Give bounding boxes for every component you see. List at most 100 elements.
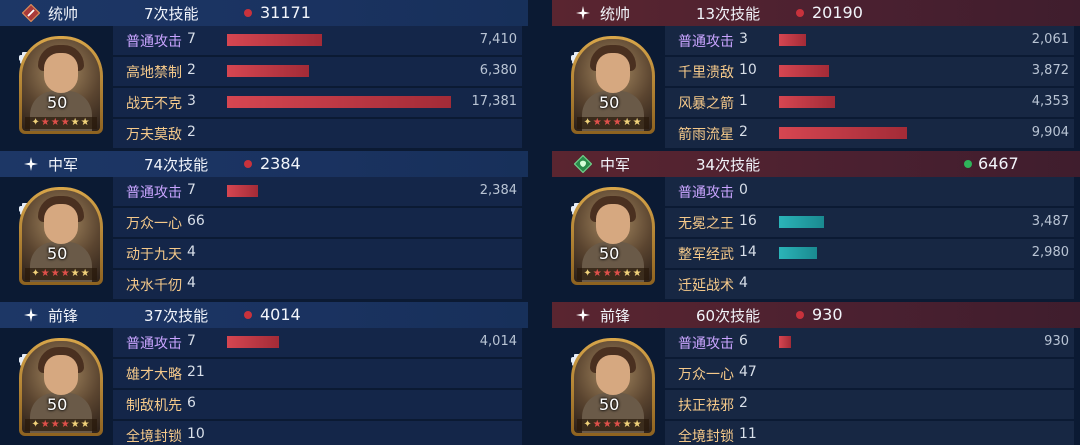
- star-rating: ✦★★★★★: [25, 117, 97, 129]
- skill-name: 动于九天: [126, 247, 182, 263]
- skill-row[interactable]: 风暴之箭 1 4,353: [665, 88, 1074, 117]
- skill-damage: 2,980: [1031, 245, 1069, 260]
- damage-bar: [779, 247, 817, 259]
- damage-bar: [227, 96, 451, 108]
- role-name: 统帅: [600, 5, 631, 23]
- portrait-frame: 50 ✦★★★★★: [19, 187, 103, 285]
- general-portrait[interactable]: 50 ✦★★★★★: [552, 328, 657, 445]
- cast-count: 4: [739, 275, 748, 291]
- skill-row[interactable]: 普通攻击 3 2,061: [665, 26, 1074, 55]
- cast-count: 6: [187, 395, 196, 411]
- damage-dot-icon: [244, 311, 252, 319]
- skill-row[interactable]: 决水千仞 4: [113, 270, 522, 299]
- hero-level: 50: [599, 395, 620, 414]
- cast-count: 2: [187, 62, 196, 78]
- skill-list: 普通攻击 3 2,061 千里溃敌 10 3,872 风暴之箭 1 4,353 箭雨流星 2 9,90…: [665, 26, 1074, 151]
- skill-row[interactable]: 普通攻击 7 7,410: [113, 26, 522, 55]
- sparkle-icon: [22, 155, 40, 173]
- portrait-frame: 50 ✦★★★★★: [571, 36, 655, 134]
- skill-damage: 930: [1044, 334, 1069, 349]
- skill-name: 普通攻击: [678, 34, 734, 50]
- hero-level: 50: [599, 93, 620, 112]
- skill-count: 74次技能: [144, 156, 209, 174]
- skill-row[interactable]: 普通攻击 7 4,014: [113, 328, 522, 357]
- skill-name: 普通攻击: [126, 34, 182, 50]
- hero-face: [596, 355, 630, 395]
- portrait-frame: 50 ✦★★★★★: [571, 187, 655, 285]
- cast-count: 7: [187, 333, 196, 349]
- enemy-stats-panel: 统帅 13次技能 20190 50 ✦★★★★★ 普通攻击 3 2,061 千里溃敌 10 3,87…: [552, 0, 1080, 445]
- skill-name: 全境封锁: [126, 429, 182, 445]
- skill-name: 整军经武: [678, 247, 734, 263]
- cast-count: 66: [187, 213, 205, 229]
- role-name: 统帅: [48, 5, 79, 23]
- skill-name: 万夫莫敌: [126, 127, 182, 143]
- damage-dot-icon: [244, 160, 252, 168]
- skill-damage: 4,353: [1031, 94, 1069, 109]
- general-section: 中军 34次技能 6467 50 ✦★★★★★ 普通攻击 0 无冕之王 16 3,487 整军经武 1…: [552, 151, 1080, 302]
- general-portrait[interactable]: 50 ✦★★★★★: [0, 177, 105, 302]
- damage-dot-icon: [796, 311, 804, 319]
- skill-row[interactable]: 普通攻击 7 2,384: [113, 177, 522, 206]
- skill-row[interactable]: 雄才大略 21: [113, 359, 522, 388]
- total-damage: 6467: [978, 154, 1019, 173]
- cast-count: 0: [739, 182, 748, 198]
- skill-row[interactable]: 制敌机先 6: [113, 390, 522, 419]
- green-diamond-badge-icon: [574, 155, 592, 173]
- skill-row[interactable]: 动于九天 4: [113, 239, 522, 268]
- general-portrait[interactable]: 50 ✦★★★★★: [552, 177, 657, 302]
- skill-row[interactable]: 全境封锁 10: [113, 421, 522, 445]
- general-portrait[interactable]: 50 ✦★★★★★: [552, 26, 657, 151]
- skill-name: 箭雨流星: [678, 127, 734, 143]
- cast-count: 16: [739, 213, 757, 229]
- skill-name: 千里溃敌: [678, 65, 734, 81]
- skill-row[interactable]: 普通攻击 0: [665, 177, 1074, 206]
- general-section: 统帅 7次技能 31171 50 ✦★★★★★ 普通攻击 7 7,410 高地禁制 2 6,380 战…: [0, 0, 528, 151]
- skill-row[interactable]: 迁延战术 4: [665, 270, 1074, 299]
- section-header: 中军 74次技能 2384: [0, 151, 528, 177]
- skill-name: 普通攻击: [678, 185, 734, 201]
- general-section: 中军 74次技能 2384 50 ✦★★★★★ 普通攻击 7 2,384 万众一心 66 动于九天 4…: [0, 151, 528, 302]
- skill-damage: 7,410: [479, 32, 517, 47]
- skill-name: 万众一心: [126, 216, 182, 232]
- skill-row[interactable]: 整军经武 14 2,980: [665, 239, 1074, 268]
- cast-count: 21: [187, 364, 205, 380]
- red-diamond-badge-icon: [22, 4, 40, 22]
- skill-name: 普通攻击: [678, 336, 734, 352]
- portrait-frame: 50 ✦★★★★★: [19, 36, 103, 134]
- skill-row[interactable]: 无冕之王 16 3,487: [665, 208, 1074, 237]
- damage-bar: [779, 65, 829, 77]
- section-header: 前锋 60次技能 930: [552, 302, 1080, 328]
- hero-level: 50: [599, 244, 620, 263]
- skill-row[interactable]: 扶正祛邪 2: [665, 390, 1074, 419]
- skill-row[interactable]: 万夫莫敌 2: [113, 119, 522, 148]
- skill-row[interactable]: 箭雨流星 2 9,904: [665, 119, 1074, 148]
- skill-row[interactable]: 万众一心 47: [665, 359, 1074, 388]
- skill-row[interactable]: 万众一心 66: [113, 208, 522, 237]
- damage-bar: [227, 65, 309, 77]
- general-portrait[interactable]: 50 ✦★★★★★: [0, 328, 105, 445]
- hero-face: [44, 204, 78, 244]
- skill-row[interactable]: 高地禁制 2 6,380: [113, 57, 522, 86]
- skill-name: 无冕之王: [678, 216, 734, 232]
- skill-count: 60次技能: [696, 307, 761, 325]
- general-portrait[interactable]: 50 ✦★★★★★: [0, 26, 105, 151]
- skill-row[interactable]: 千里溃敌 10 3,872: [665, 57, 1074, 86]
- role-name: 前锋: [600, 307, 631, 325]
- skill-name: 普通攻击: [126, 185, 182, 201]
- portrait-frame: 50 ✦★★★★★: [571, 338, 655, 436]
- total-damage: 20190: [812, 3, 863, 22]
- skill-count: 7次技能: [144, 5, 199, 23]
- section-header: 统帅 7次技能 31171: [0, 0, 528, 26]
- general-section: 前锋 60次技能 930 50 ✦★★★★★ 普通攻击 6 930 万众一心 47 扶正祛邪 2 全境封…: [552, 302, 1080, 445]
- skill-row[interactable]: 普通攻击 6 930: [665, 328, 1074, 357]
- skill-name: 决水千仞: [126, 278, 182, 294]
- damage-bar: [779, 336, 791, 348]
- hero-face: [596, 204, 630, 244]
- total-damage: 31171: [260, 3, 311, 22]
- damage-dot-icon: [796, 9, 804, 17]
- skill-name: 全境封锁: [678, 429, 734, 445]
- skill-row[interactable]: 全境封锁 11: [665, 421, 1074, 445]
- skill-row[interactable]: 战无不克 3 17,381: [113, 88, 522, 117]
- total-damage: 930: [812, 305, 843, 324]
